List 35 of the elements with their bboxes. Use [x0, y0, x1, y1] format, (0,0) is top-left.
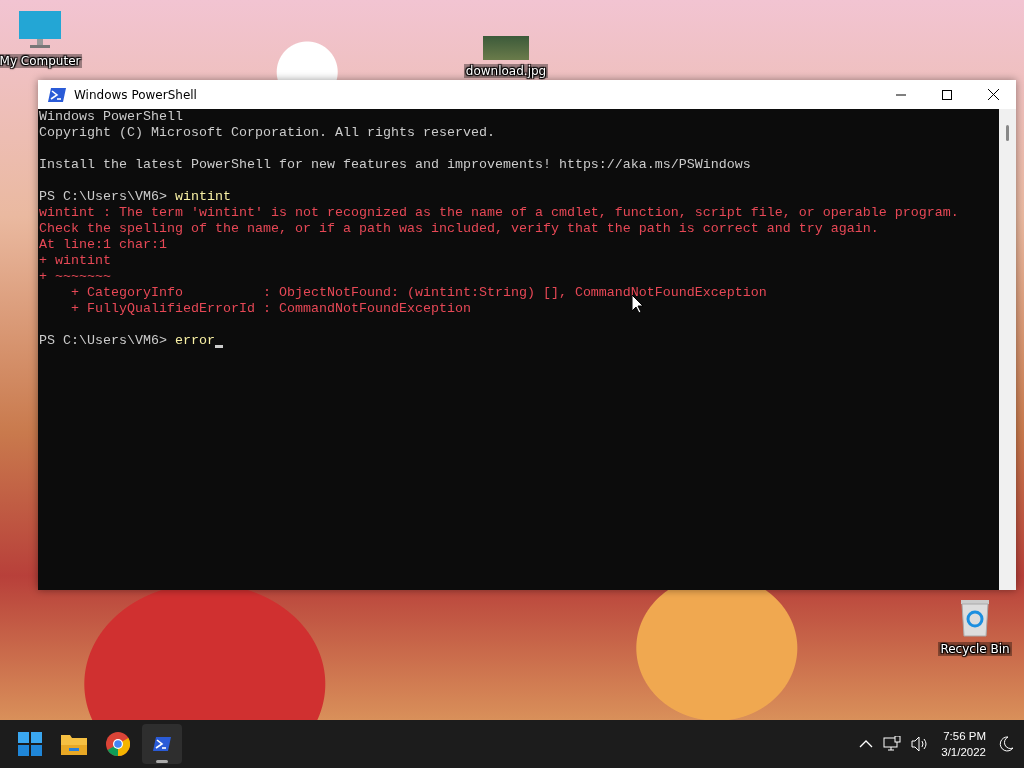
browser-icon [106, 732, 130, 756]
error-message: + FullyQualifiedErrorId : CommandNotFoundException [70, 301, 471, 317]
desktop-icon-label[interactable]: download.jpg [463, 64, 549, 78]
scrollbar[interactable] [999, 109, 1016, 590]
prompt: PS C:\Users\VM6> [39, 333, 167, 349]
image-thumbnail [483, 36, 529, 60]
clock[interactable]: 7:56 PM 3/1/2022 [939, 728, 988, 760]
terminal-icon [153, 736, 171, 752]
maximize-icon [942, 89, 952, 100]
desktop-icon-label[interactable]: Recycle Bin [938, 642, 1012, 656]
error-message: wintint : The term 'wintint' is not recognized as the name of a cmdlet, function, script file, or operable program. [39, 205, 959, 221]
error-message: At line:1 char:1 [39, 237, 167, 253]
console-output: Windows PowerShell [39, 109, 183, 125]
window-title: Windows PowerShell [74, 87, 198, 102]
error-message: + wintint [39, 253, 111, 269]
error-message: + CategoryInfo : ObjectNotFound: (wintint:String) [], CommandNotFoundException [70, 285, 767, 301]
prompt: PS C:\Users\VM6> [39, 189, 167, 205]
error-message: Check the spelling of the name, or if a path was included, verify that the path is correct and try again. [39, 221, 879, 237]
recycle-bin-icon [958, 598, 992, 638]
folder-icon [61, 733, 87, 755]
monitor-icon [18, 10, 62, 50]
scrollbar-thumb[interactable] [1006, 125, 1009, 141]
volume-icon[interactable] [911, 736, 930, 752]
app-icon [48, 86, 66, 103]
chevron-up-icon[interactable] [859, 740, 874, 748]
console-output: Install the latest PowerShell for new features and improvements! https://aka.ms/PSWindows [39, 157, 751, 173]
windows-logo-icon [18, 732, 42, 756]
error-message: + ~~~~~~~ [39, 269, 111, 285]
moon-icon[interactable] [998, 736, 1014, 752]
command-text: wintint [175, 189, 231, 205]
close-icon [987, 89, 999, 100]
taskbar-app-button[interactable] [142, 724, 182, 764]
console-output: Copyright (C) Microsoft Corporation. All rights reserved. [39, 125, 495, 141]
command-text: error [175, 333, 215, 349]
network-icon[interactable] [883, 736, 902, 752]
